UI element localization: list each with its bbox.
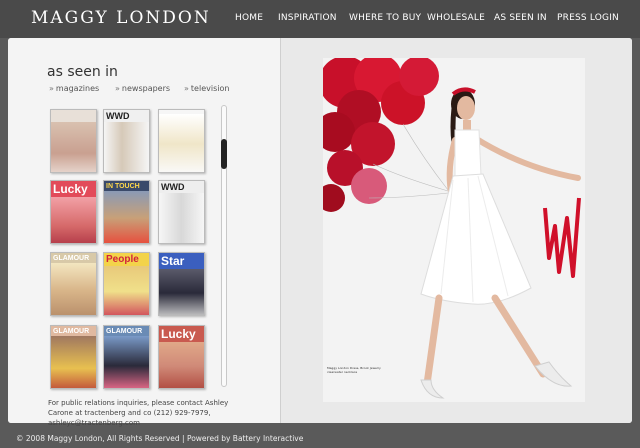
tab-television[interactable]: » television [184, 84, 229, 93]
tab-label-television: television [190, 84, 230, 93]
nav-where-to-buy[interactable]: WHERE TO BUY [349, 13, 421, 23]
chevron-right-icon: » [184, 84, 189, 93]
magazine-title: People [106, 254, 139, 265]
featured-magazine-page: Maggy London Dress, Brook Jewelry clearw… [323, 58, 585, 402]
magazine-title: GLAMOUR [53, 328, 90, 335]
magazine-thumbnail[interactable]: Lucky [158, 325, 205, 389]
magazine-thumbnail[interactable]: GLAMOUR [50, 252, 97, 316]
magazine-thumbnail[interactable]: Lucky [50, 180, 97, 244]
magazine-thumbnail[interactable]: Star [158, 252, 205, 316]
magazine-thumbnail[interactable]: GLAMOUR [50, 325, 97, 389]
magazine-title: Lucky [53, 182, 88, 196]
magazine-thumbnail[interactable]: WWD [103, 109, 150, 173]
cover-image [51, 263, 96, 315]
magazine-title: Star [161, 254, 185, 268]
cover-image [104, 266, 149, 315]
cover-image [159, 114, 204, 172]
magazine-thumbnail[interactable]: GLAMOUR [103, 325, 150, 389]
cover-image [51, 336, 96, 388]
top-navigation-bar: MAGGY LONDON HOME INSPIRATION WHERE TO B… [0, 0, 640, 38]
nav-wholesale[interactable]: WHOLESALE [427, 13, 485, 23]
magazine-title: GLAMOUR [53, 255, 90, 262]
magazine-thumbnail[interactable]: WWD [158, 180, 205, 244]
featured-photo [323, 58, 585, 402]
page-title: as seen in [47, 64, 118, 80]
cover-image [51, 197, 96, 243]
copyright-footer: © 2008 Maggy London, All Rights Reserved… [16, 434, 304, 443]
right-panel: Maggy London Dress, Brook Jewelry clearw… [281, 38, 632, 423]
magazine-title: WWD [106, 111, 130, 121]
photo-caption: Maggy London Dress, Brook Jewelry clearw… [327, 366, 381, 374]
nav-as-seen-in[interactable]: AS SEEN IN [494, 13, 547, 23]
tab-newspapers[interactable]: » newspapers [115, 84, 170, 93]
scrollbar-thumb[interactable] [221, 139, 227, 169]
cover-image [104, 122, 149, 172]
cover-image [159, 342, 204, 388]
cover-image [104, 191, 149, 243]
cover-image [51, 122, 96, 172]
magazine-thumbnail[interactable] [50, 109, 97, 173]
press-contact-text: For public relations inquiries, please c… [48, 399, 229, 427]
magazine-title: GLAMOUR [106, 328, 143, 335]
chevron-right-icon: » [49, 84, 54, 93]
magazine-thumbnail[interactable] [158, 109, 205, 173]
magazine-title: IN TOUCH [106, 183, 140, 190]
magazine-thumbnail[interactable]: IN TOUCH [103, 180, 150, 244]
tab-label-newspapers: newspapers [121, 84, 171, 93]
nav-inspiration[interactable]: INSPIRATION [278, 13, 337, 23]
cover-image [104, 336, 149, 388]
magazine-title: Lucky [161, 327, 196, 341]
brand-logo[interactable]: MAGGY LONDON [31, 8, 211, 28]
tab-label-magazines: magazines [55, 84, 100, 93]
cover-image [159, 269, 204, 315]
magazine-thumbnail[interactable]: People [103, 252, 150, 316]
nav-home[interactable]: HOME [235, 13, 263, 23]
tab-magazines[interactable]: » magazines [49, 84, 99, 93]
nav-press-login[interactable]: PRESS LOGIN [557, 13, 619, 23]
chevron-right-icon: » [115, 84, 120, 93]
main-content-panel: as seen in » magazines » newspapers » telev… [8, 38, 632, 427]
left-panel: as seen in » magazines » newspapers » telev… [8, 38, 280, 427]
magazine-title: WWD [161, 182, 185, 192]
cover-image [159, 193, 204, 243]
